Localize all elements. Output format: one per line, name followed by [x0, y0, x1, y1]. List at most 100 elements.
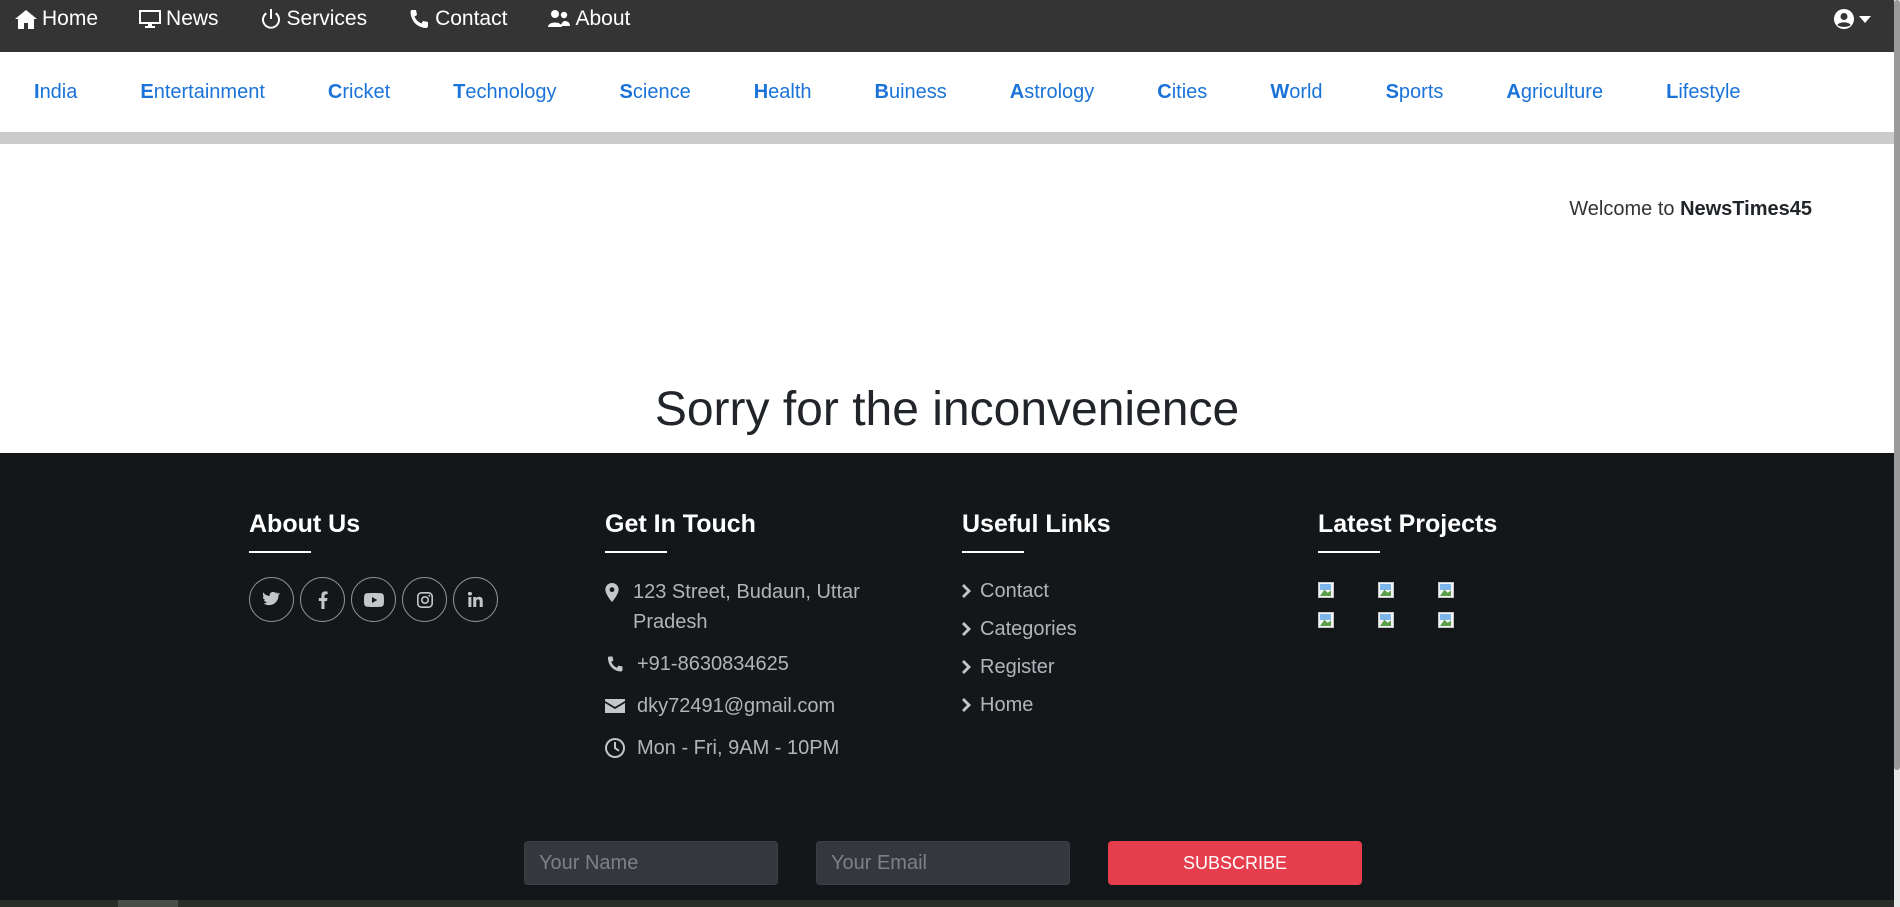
category-link[interactable]: Science: [620, 81, 691, 104]
nav-home[interactable]: Home: [14, 6, 98, 32]
category-link[interactable]: Entertainment: [140, 81, 265, 104]
error-message: Sorry for the inconvenience: [654, 383, 1240, 436]
chevron-right-icon: [962, 660, 971, 674]
twitter-link[interactable]: [249, 577, 294, 622]
category-label: uiness: [888, 80, 947, 103]
facebook-link[interactable]: [300, 577, 345, 622]
broken-image-icon[interactable]: [1378, 582, 1398, 602]
nav-about-label: About: [575, 7, 631, 30]
divider-bar: [0, 132, 1894, 144]
caret-down-icon: [1859, 16, 1871, 23]
youtube-icon: [363, 592, 384, 607]
instagram-icon: [416, 591, 433, 608]
category-initial: C: [1157, 80, 1172, 103]
footer-links-title: Useful Links: [962, 510, 1111, 538]
footer-contact: Get In Touch 123 Street, Budaun, Uttar P…: [605, 510, 905, 763]
phone-text: +91-8630834625: [637, 653, 789, 675]
footer-link-label: Categories: [980, 617, 1077, 640]
top-nav-links: Home News Services Contact About: [14, 6, 670, 32]
category-initial: W: [1270, 80, 1290, 103]
category-initial: A: [1506, 80, 1521, 103]
footer-link-contact[interactable]: Contact: [962, 572, 1111, 610]
instagram-link[interactable]: [402, 577, 447, 622]
footer-link-label: Home: [980, 693, 1034, 716]
category-label: ifestyle: [1678, 80, 1741, 103]
footer: About Us Get In Touch 123 Street, Budaun…: [0, 453, 1894, 907]
monitor-icon: [139, 10, 162, 28]
nav-contact-label: Contact: [435, 7, 508, 30]
nav-news-label: News: [166, 7, 219, 30]
category-initial: S: [1385, 80, 1399, 103]
envelope-icon: [605, 699, 625, 713]
title-underline: [1318, 551, 1380, 553]
footer-link-categories[interactable]: Categories: [962, 610, 1111, 648]
broken-image-icon[interactable]: [1438, 582, 1458, 602]
youtube-link[interactable]: [351, 577, 396, 622]
footer-projects-title: Latest Projects: [1318, 510, 1498, 538]
contact-info: 123 Street, Budaun, Uttar Pradesh +91-86…: [605, 577, 905, 763]
category-link[interactable]: World: [1270, 81, 1322, 104]
category-link[interactable]: Cities: [1157, 81, 1207, 104]
footer-links: Useful Links Contact Categories Register…: [962, 510, 1111, 724]
category-link[interactable]: Sports: [1386, 81, 1444, 104]
top-navbar: Home News Services Contact About: [0, 0, 1894, 52]
useful-links-list: Contact Categories Register Home: [962, 572, 1111, 724]
category-link[interactable]: India: [34, 81, 77, 104]
address-text: 123 Street, Budaun, Uttar Pradesh: [633, 581, 860, 633]
contact-email: dky72491@gmail.com: [605, 691, 905, 721]
category-link[interactable]: Lifestyle: [1666, 81, 1740, 104]
broken-image-icon[interactable]: [1318, 582, 1338, 602]
users-icon: [548, 10, 571, 27]
power-icon: [261, 9, 280, 29]
category-list: India Entertainment Cricket Technology Scien…: [34, 81, 1804, 104]
footer-link-register[interactable]: Register: [962, 648, 1111, 686]
twitter-icon: [262, 591, 280, 605]
category-link[interactable]: Astrology: [1010, 81, 1094, 104]
nav-news[interactable]: News: [138, 6, 219, 32]
name-input[interactable]: [524, 841, 778, 885]
user-circle-icon: [1834, 9, 1854, 29]
nav-contact[interactable]: Contact: [407, 6, 507, 32]
nav-about[interactable]: About: [547, 6, 630, 32]
bottom-strip: [0, 900, 1894, 907]
linkedin-icon: [468, 592, 483, 607]
page-scrollbar[interactable]: [1894, 0, 1900, 907]
welcome-message: Welcome to NewsTimes45: [1569, 198, 1812, 221]
broken-image-icon[interactable]: [1318, 612, 1338, 632]
category-label: ricket: [342, 80, 391, 103]
linkedin-link[interactable]: [453, 577, 498, 622]
category-initial: E: [140, 80, 154, 103]
category-label: orld: [1289, 80, 1323, 103]
project-thumbnails: [1318, 582, 1497, 632]
category-link[interactable]: Agriculture: [1506, 81, 1603, 104]
broken-image-icon[interactable]: [1438, 612, 1458, 632]
phone-icon: [607, 656, 623, 672]
footer-link-home[interactable]: Home: [962, 686, 1111, 724]
user-menu-dropdown[interactable]: [1833, 8, 1872, 30]
map-marker-icon: [605, 582, 619, 602]
scrollbar-thumb[interactable]: [1894, 0, 1900, 770]
footer-contact-title: Get In Touch: [605, 510, 756, 538]
footer-link-label: Contact: [980, 579, 1049, 602]
facebook-icon: [318, 590, 328, 609]
clock-icon: [605, 738, 625, 758]
category-link[interactable]: Health: [754, 81, 812, 104]
nav-services-label: Services: [286, 7, 368, 30]
subscribe-form: SUBSCRIBE: [524, 841, 1362, 885]
broken-image-icon[interactable]: [1378, 612, 1398, 632]
category-initial: C: [327, 80, 343, 103]
category-link[interactable]: Cricket: [328, 81, 390, 104]
email-input[interactable]: [816, 841, 1070, 885]
chevron-right-icon: [962, 622, 971, 636]
category-label: echnology: [465, 80, 557, 103]
category-link[interactable]: Buiness: [875, 81, 947, 104]
category-label: griculture: [1520, 80, 1604, 103]
category-label: strology: [1024, 80, 1095, 103]
phone-icon: [410, 10, 429, 28]
social-links: [249, 577, 504, 622]
subscribe-button[interactable]: SUBSCRIBE: [1108, 841, 1362, 885]
hours-text: Mon - Fri, 9AM - 10PM: [637, 737, 840, 759]
nav-services[interactable]: Services: [259, 6, 368, 32]
title-underline: [605, 551, 667, 553]
category-link[interactable]: Technology: [453, 81, 556, 104]
